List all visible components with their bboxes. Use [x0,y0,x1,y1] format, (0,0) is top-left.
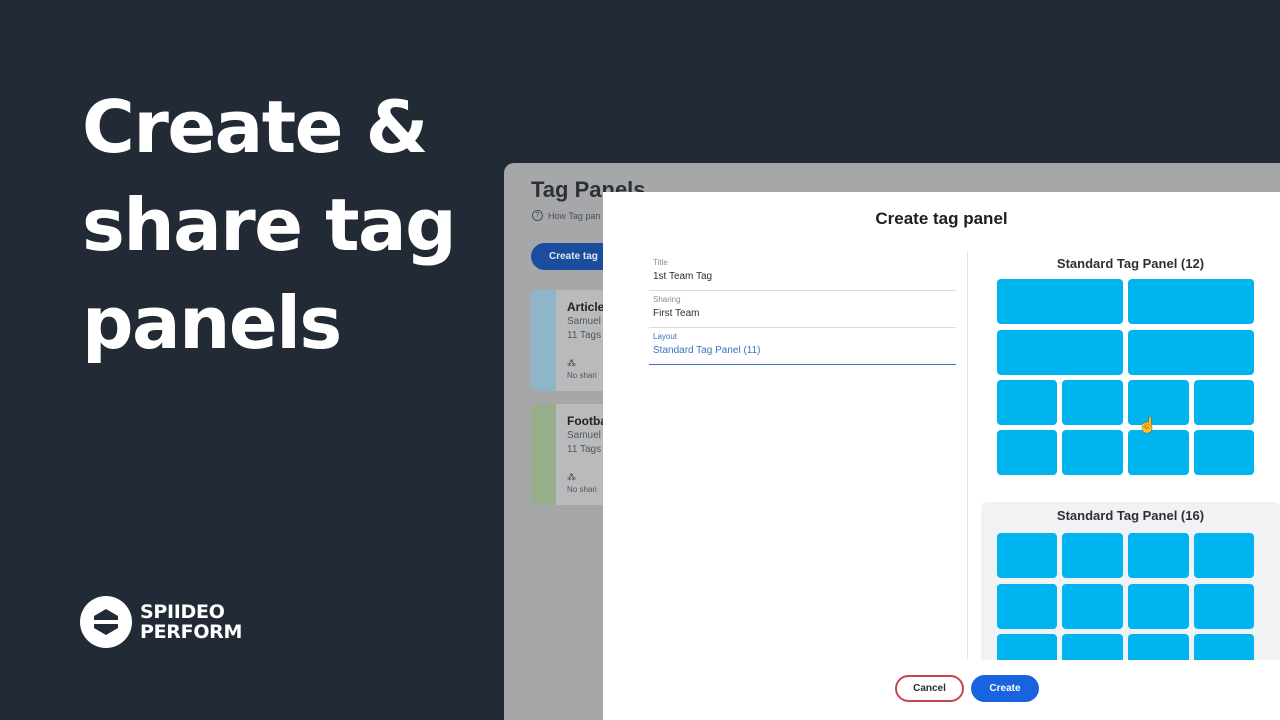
layout-tile [997,584,1057,629]
layout-option-16[interactable]: Standard Tag Panel (16) [981,502,1280,660]
card-tag-count: 11 Tags [567,444,602,455]
card-title: Article [567,300,605,314]
layout-field-value: Standard Tag Panel (11) [653,345,761,356]
layout-tile [1194,584,1254,629]
dialog-title: Create tag panel [875,209,1008,228]
layout-tile [1062,533,1123,578]
layout-tile [1128,634,1189,660]
create-button[interactable]: Create [971,675,1039,702]
layout-tile [997,430,1057,475]
layout-option-12[interactable]: Standard Tag Panel (12) [981,250,1280,486]
layout-tile [1062,380,1123,425]
layout-tile [1062,430,1123,475]
cancel-button[interactable]: Cancel [895,675,964,702]
layout-tile [997,279,1123,324]
sharing-field-value: First Team [653,308,700,319]
brand-name: SPIIDEO PERFORM [140,602,242,642]
create-tag-panel-dialog: Create tag panel Title 1st Team Tag Shar… [603,192,1280,720]
headline-line-3: panels [82,281,342,365]
layout-tile [1128,279,1254,324]
card-color-stripe [531,404,556,505]
layout-field-label: Layout [653,332,678,341]
title-field-label: Title [653,258,668,267]
layout-tile [1194,380,1254,425]
divider [967,252,968,659]
layout-options: Standard Tag Panel (12) Standard Tag Pan… [981,250,1280,660]
card-title: Footba [567,414,607,428]
card-sharing: No shari [567,371,597,380]
layout-tile [1062,584,1123,629]
layout-field[interactable]: Layout Standard Tag Panel (11) [649,328,956,365]
card-owner: Samuel [567,430,601,441]
share-icon: ⁂ [567,358,576,368]
brand-line-1: SPIIDEO [140,601,225,623]
layout-tile [1194,430,1254,475]
title-field[interactable]: Title 1st Team Tag [649,254,956,291]
layout-tile [997,380,1057,425]
layout-option-title: Standard Tag Panel (16) [1056,508,1205,523]
layout-option-title: Standard Tag Panel (12) [1056,256,1205,271]
brand-line-2: PERFORM [140,621,243,643]
brand: SPIIDEO PERFORM [80,596,242,648]
help-text: How Tag pan [548,210,601,221]
layout-tile [1128,533,1189,578]
layout-tile [1128,584,1189,629]
layout-tile [1128,330,1254,375]
title-field-value: 1st Team Tag [653,271,713,282]
sharing-field-label: Sharing [653,295,681,304]
spiideo-logo-icon [80,596,132,648]
layout-tile [1194,533,1254,578]
layout-tile [1194,634,1254,660]
card-owner: Samuel [567,316,601,327]
card-sharing: No shari [567,485,597,494]
help-icon: ? [532,210,543,221]
layout-tile [1062,634,1123,660]
share-icon: ⁂ [567,472,576,482]
headline-line-1: Create & [82,85,428,169]
layout-tile [1128,430,1189,475]
help-link[interactable]: ? How Tag pan [532,210,600,221]
layout-tile [997,330,1123,375]
headline-line-2: share tag [82,183,457,267]
sharing-field[interactable]: Sharing First Team [649,291,956,328]
card-color-stripe [531,290,556,391]
headline: Create & share tag panels [82,78,457,372]
layout-tile [997,533,1057,578]
hand-cursor-icon: ☝ [1138,417,1157,434]
layout-tile [997,634,1057,660]
card-tag-count: 11 Tags [567,330,602,341]
